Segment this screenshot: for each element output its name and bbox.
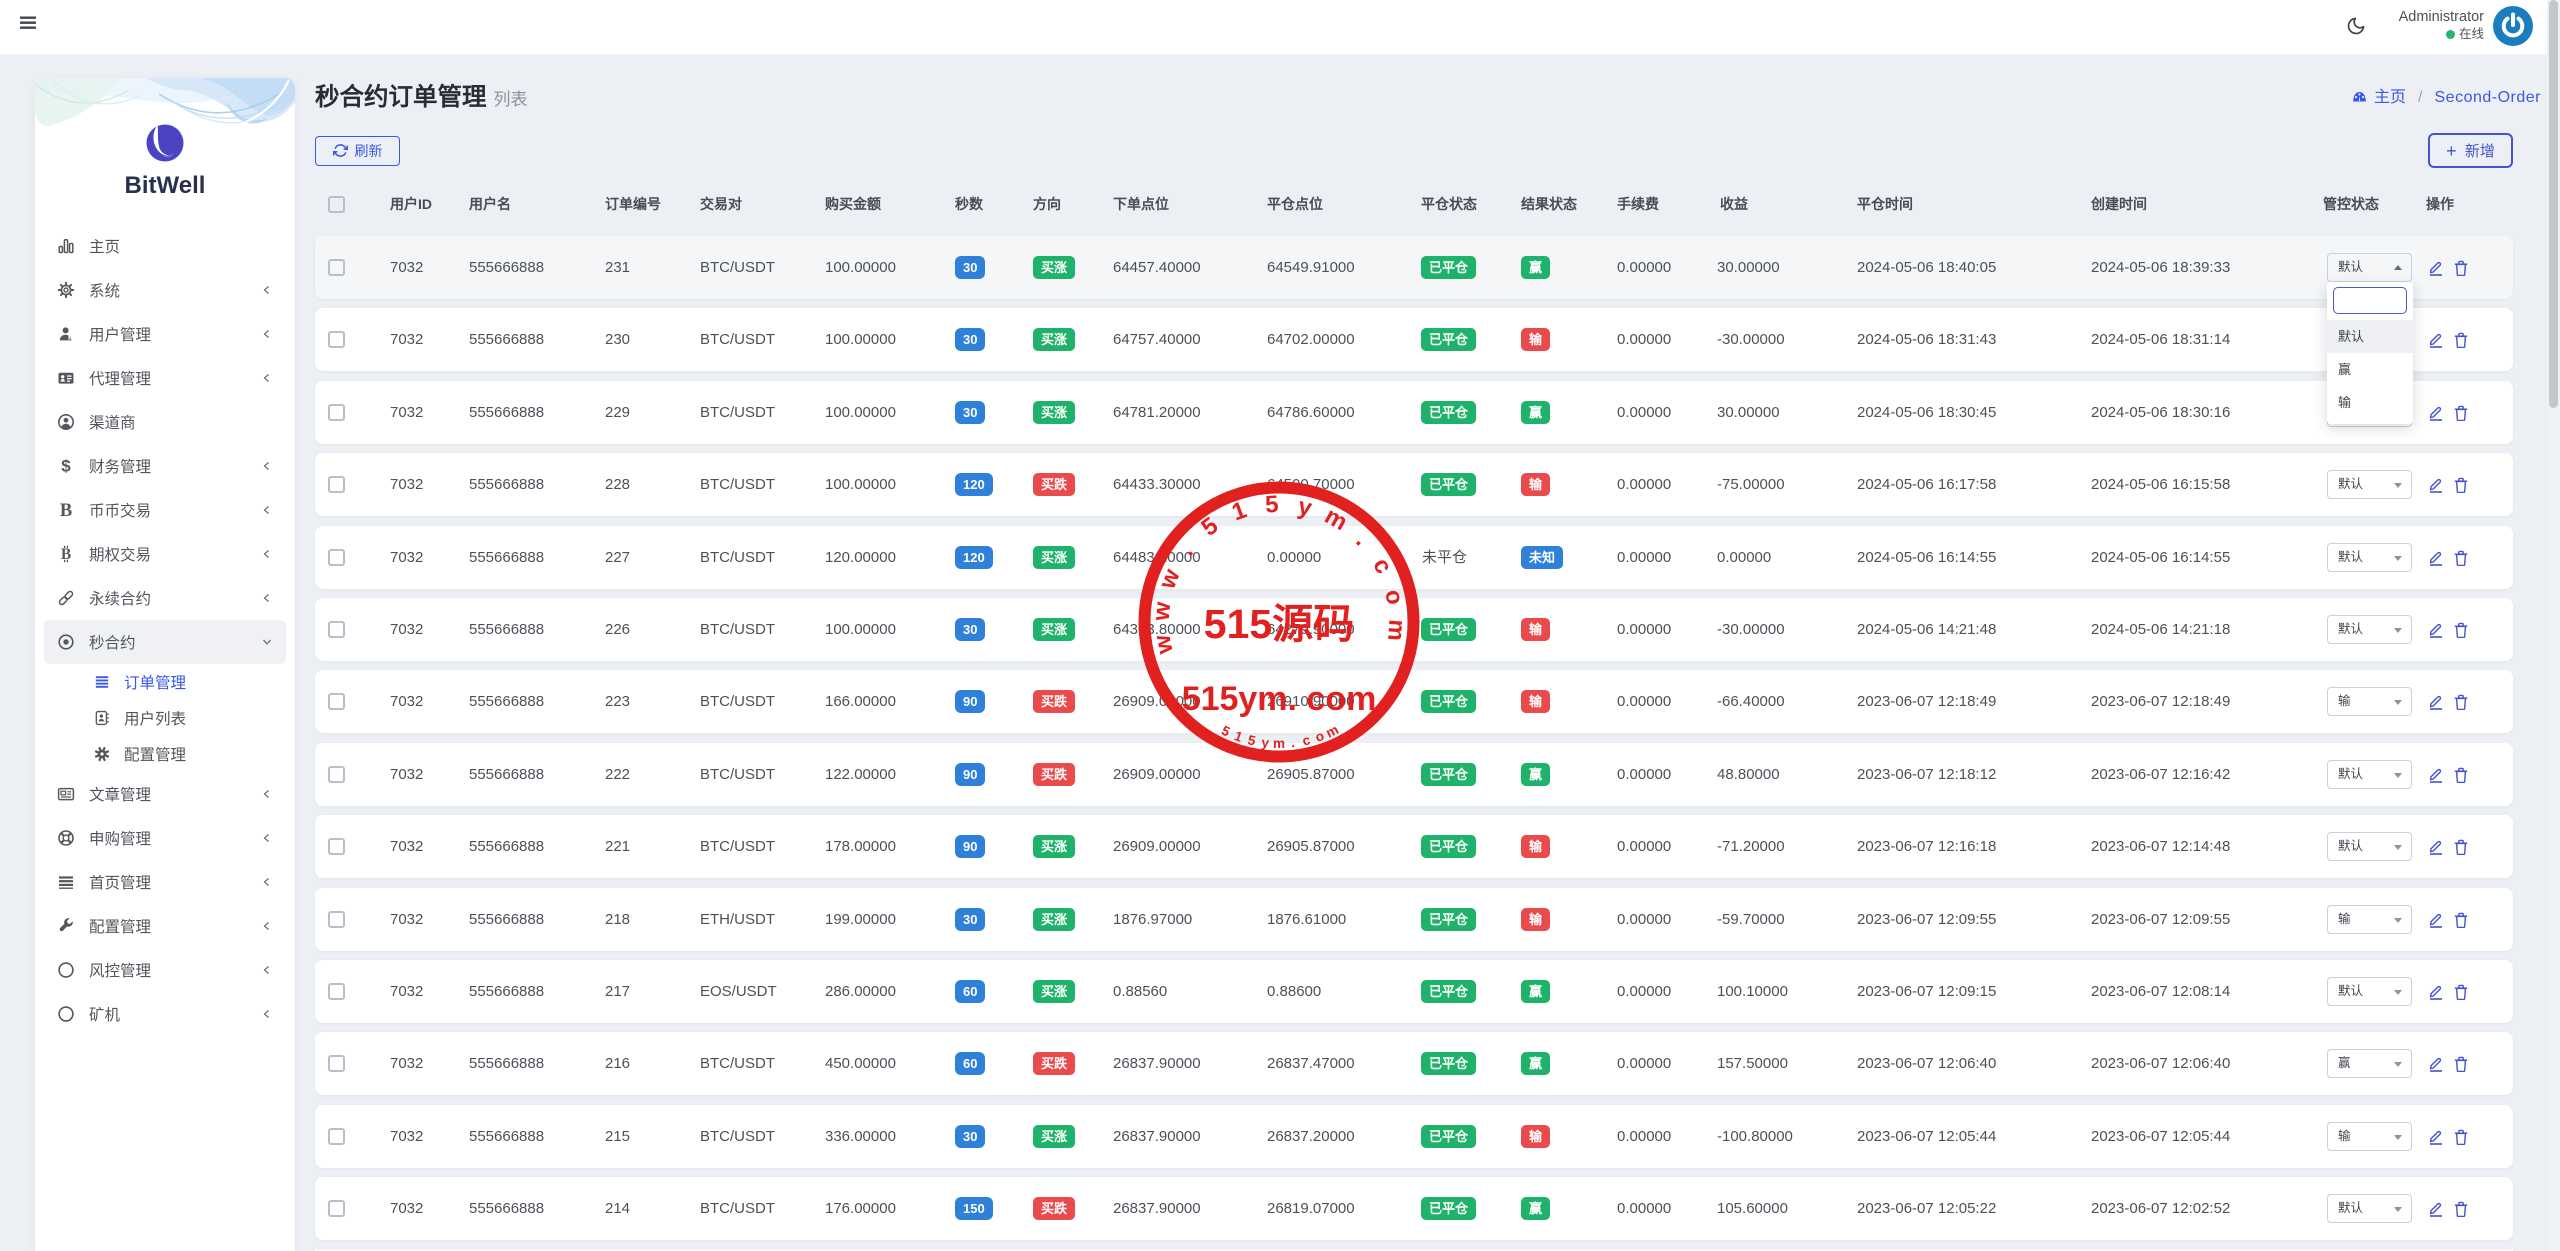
svg-text:w: w [1149,632,1179,657]
svg-text:$: $ [61,457,71,475]
svg-text:5: 5 [1264,491,1279,519]
svg-text:5: 5 [1197,512,1224,542]
svg-text:.: . [1350,527,1374,551]
svg-text:B: B [61,546,71,563]
svg-text:m: m [1273,736,1285,751]
svg-text:w: w [1153,565,1185,594]
svg-text:5: 5 [1246,732,1257,748]
svg-text:w: w [1148,600,1177,622]
svg-text:.: . [1290,735,1295,750]
svg-text:1: 1 [1232,728,1245,745]
svg-text:1: 1 [1228,496,1250,526]
svg-text:y: y [1295,493,1315,522]
svg-text:m: m [1382,619,1410,642]
svg-text:o: o [1313,728,1326,745]
svg-text:B: B [60,501,72,519]
svg-text:y: y [1261,735,1271,751]
svg-text:c: c [1367,554,1397,579]
svg-text:515ym. com: 515ym. com [1182,680,1377,718]
svg-text:c: c [1301,732,1312,748]
svg-text:5: 5 [1219,723,1233,740]
svg-text:515源码: 515源码 [1204,601,1354,647]
svg-text:o: o [1379,587,1408,607]
svg-text:.: . [1173,539,1198,561]
